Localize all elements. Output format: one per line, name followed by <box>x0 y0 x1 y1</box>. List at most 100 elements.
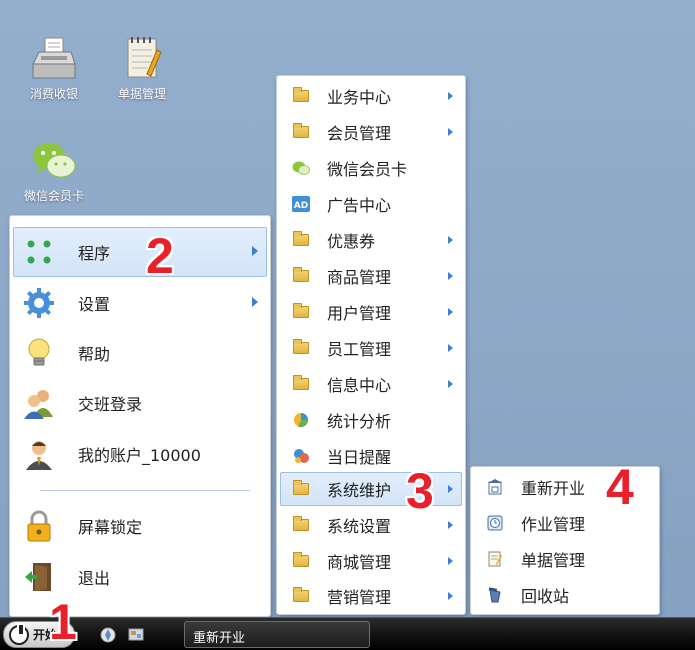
chevron-right-icon <box>448 272 453 280</box>
programs-item-wechat-card[interactable]: 微信会员卡 <box>280 151 462 185</box>
programs-item-business-center[interactable]: 业务中心 <box>280 79 462 113</box>
wechat-icon <box>29 136 79 186</box>
folder-icon <box>291 86 311 106</box>
start-menu-item-label: 交班登录 <box>78 395 143 414</box>
account-icon <box>22 437 56 471</box>
taskbar-window-button[interactable]: 重新开业 <box>184 621 370 648</box>
programs-item-ad-center[interactable]: AD 广告中心 <box>280 187 462 221</box>
programs-item-info-center[interactable]: 信息中心 <box>280 367 462 401</box>
folder-icon <box>291 515 311 535</box>
programs-item-user-management[interactable]: 用户管理 <box>280 295 462 329</box>
desktop-icon-cashier[interactable]: 消费收银 <box>19 34 89 102</box>
start-menu-item-my-account[interactable]: 我的账户_10000 <box>13 429 267 479</box>
start-menu-item-label: 程序 <box>78 244 111 263</box>
start-menu-item-shift-login[interactable]: 交班登录 <box>13 378 267 428</box>
start-menu-item-programs[interactable]: 程序 <box>13 227 267 277</box>
chevron-right-icon <box>448 521 453 529</box>
wechat-icon <box>291 158 311 178</box>
step-marker-1: 1 <box>49 594 77 650</box>
pie-chart-icon <box>291 410 311 430</box>
programs-item-product-management[interactable]: 商品管理 <box>280 259 462 293</box>
start-menu-item-label: 我的账户_10000 <box>78 446 201 465</box>
programs-item-staff-management[interactable]: 员工管理 <box>280 331 462 365</box>
folder-icon <box>291 338 311 358</box>
folder-icon <box>291 266 311 286</box>
reopen-icon <box>485 477 505 497</box>
programs-item-label: 业务中心 <box>327 88 392 107</box>
start-menu-item-label: 屏幕锁定 <box>78 518 143 537</box>
chevron-right-icon <box>448 380 453 388</box>
quick-launch-icon[interactable] <box>99 626 117 644</box>
cash-register-icon <box>29 34 79 84</box>
programs-item-label: 商城管理 <box>327 553 392 572</box>
users-icon <box>22 386 56 420</box>
programs-icon <box>22 235 56 269</box>
programs-item-mall-management[interactable]: 商城管理 <box>280 544 462 578</box>
desktop-icon-wechat[interactable]: 微信会员卡 <box>19 136 89 204</box>
chevron-right-icon <box>252 297 258 307</box>
folder-icon <box>291 374 311 394</box>
programs-item-label: 微信会员卡 <box>327 160 408 179</box>
system-item-label: 作业管理 <box>521 515 586 534</box>
menu-divider <box>40 490 250 491</box>
chevron-right-icon <box>448 236 453 244</box>
notepad-icon <box>117 34 167 84</box>
programs-item-label: 会员管理 <box>327 124 392 143</box>
step-marker-3: 3 <box>406 463 434 519</box>
clock-icon <box>485 513 505 533</box>
folder-icon <box>291 122 311 142</box>
folder-icon <box>291 230 311 250</box>
chevron-right-icon <box>252 246 258 256</box>
programs-item-label: 系统设置 <box>327 517 392 536</box>
programs-item-label: 广告中心 <box>327 196 392 215</box>
programs-item-system-settings[interactable]: 系统设置 <box>280 508 462 542</box>
desktop-icon-label: 微信会员卡 <box>23 189 84 203</box>
chevron-right-icon <box>448 92 453 100</box>
programs-item-marketing-management[interactable]: 营销管理 <box>280 579 462 613</box>
document-icon <box>485 549 505 569</box>
programs-item-label: 用户管理 <box>327 304 392 323</box>
exit-door-icon <box>22 560 56 594</box>
start-menu-item-settings[interactable]: 设置 <box>13 278 267 328</box>
gear-icon <box>22 286 56 320</box>
programs-item-coupons[interactable]: 优惠券 <box>280 223 462 257</box>
start-menu-item-lock-screen[interactable]: 屏幕锁定 <box>13 501 267 551</box>
programs-item-daily-reminder[interactable]: 当日提醒 <box>280 439 462 473</box>
programs-item-label: 商品管理 <box>327 268 392 287</box>
programs-item-label: 系统维护 <box>327 481 392 500</box>
system-item-document-management[interactable]: 单据管理 <box>474 542 656 576</box>
start-menu: 程序 设置 帮助 交班登录 我的账户_10000 屏幕锁定 退出 <box>9 215 271 617</box>
chevron-right-icon <box>448 592 453 600</box>
folder-icon <box>291 302 311 322</box>
ad-icon: AD <box>291 194 311 214</box>
programs-item-statistics[interactable]: 统计分析 <box>280 403 462 437</box>
chevron-right-icon <box>448 308 453 316</box>
desktop-icon-documents[interactable]: 单据管理 <box>107 34 177 102</box>
step-marker-2: 2 <box>146 228 174 284</box>
programs-item-system-maintenance[interactable]: 系统维护 <box>280 472 462 506</box>
power-icon <box>9 622 29 645</box>
folder-icon <box>291 551 311 571</box>
programs-item-label: 当日提醒 <box>327 448 392 467</box>
programs-submenu: 业务中心 会员管理 微信会员卡 AD 广告中心 优惠券 商品管理 用户管理 员工… <box>276 75 466 615</box>
programs-item-member-management[interactable]: 会员管理 <box>280 115 462 149</box>
programs-item-label: 优惠券 <box>327 232 376 251</box>
programs-item-label: 统计分析 <box>327 412 392 431</box>
chevron-right-icon <box>448 344 453 352</box>
system-item-recycle-bin[interactable]: 回收站 <box>474 578 656 612</box>
system-item-label: 重新开业 <box>521 479 586 498</box>
start-menu-item-help[interactable]: 帮助 <box>13 328 267 378</box>
programs-item-label: 员工管理 <box>327 340 392 359</box>
chevron-right-icon <box>448 128 453 136</box>
system-item-label: 单据管理 <box>521 551 586 570</box>
lock-icon <box>22 509 56 543</box>
start-menu-item-label: 设置 <box>78 295 111 314</box>
start-menu-item-label: 帮助 <box>78 345 111 364</box>
folder-icon <box>291 586 311 606</box>
desktop-icon-label: 单据管理 <box>117 87 166 101</box>
step-marker-4: 4 <box>606 459 634 515</box>
show-desktop-icon[interactable] <box>127 626 145 644</box>
svg-text:AD: AD <box>294 201 308 211</box>
chevron-right-icon <box>448 485 453 493</box>
system-item-label: 回收站 <box>521 587 570 606</box>
